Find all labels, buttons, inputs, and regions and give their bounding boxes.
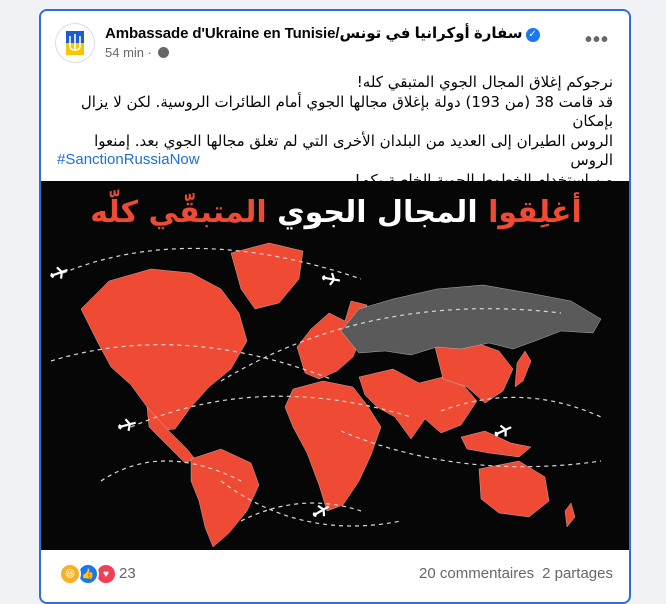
post-image[interactable]: أغلِقوا المجال الجوي المتبقّي كلّه xyxy=(41,181,629,550)
map-north-america xyxy=(80,268,248,432)
more-icon[interactable]: ••• xyxy=(583,29,611,57)
map-greenland xyxy=(230,242,304,310)
post-stats: 20 commentaires 2 partages xyxy=(419,565,613,582)
plane-icon xyxy=(50,266,68,279)
map-south-america xyxy=(190,448,260,548)
shares-count[interactable]: 2 partages xyxy=(542,565,613,582)
map-japan xyxy=(514,350,532,388)
haha-reaction-icon: 😆 xyxy=(59,563,81,585)
post-card: Ambassade d'Ukraine en Tunisie/سفارة أوك… xyxy=(39,9,631,604)
reactions-summary[interactable]: 😆 👍 ♥ xyxy=(59,563,117,585)
ukraine-trident-icon xyxy=(66,31,84,55)
post-time[interactable]: 54 min xyxy=(105,45,144,60)
headline-part: المجال الجوي xyxy=(277,195,478,230)
map-africa xyxy=(284,380,382,512)
verified-icon: ✓ xyxy=(525,28,540,42)
post-text: نرجوكم إغلاق المجال الجوي المتبقي كله! ق… xyxy=(57,73,613,190)
map-new-zealand xyxy=(564,502,576,528)
map-russia xyxy=(340,284,602,356)
page-avatar[interactable] xyxy=(55,23,95,63)
map-australia xyxy=(478,460,550,518)
flight-path xyxy=(62,247,362,280)
reaction-count[interactable]: 23 xyxy=(119,565,136,582)
post-meta: 54 min · xyxy=(105,45,169,60)
world-map xyxy=(50,242,602,548)
meta-separator: · xyxy=(147,45,152,60)
page-name[interactable]: Ambassade d'Ukraine en Tunisie/سفارة أوك… xyxy=(105,24,540,42)
globe-icon[interactable] xyxy=(157,47,169,58)
headline-part: أغلِقوا xyxy=(488,195,582,230)
flight-path xyxy=(240,502,362,522)
post-text-line: نرجوكم إغلاق المجال الجوي المتبقي كله! xyxy=(356,73,613,91)
post-text-line: قد قامت 38 (من 193) دولة بإغلاق مجالها ا… xyxy=(80,92,613,131)
post-footer: 😆 👍 ♥ 23 20 commentaires 2 partages xyxy=(55,559,615,585)
hashtag-link[interactable]: #SanctionRussiaNow xyxy=(57,151,200,168)
headline-part: المتبقّي كلّه xyxy=(90,195,267,230)
image-headline: أغلِقوا المجال الجوي المتبقّي كلّه xyxy=(41,195,629,230)
comments-count[interactable]: 20 commentaires xyxy=(419,565,534,582)
post-header: Ambassade d'Ukraine en Tunisie/سفارة أوك… xyxy=(55,23,619,63)
plane-icon xyxy=(321,272,341,286)
